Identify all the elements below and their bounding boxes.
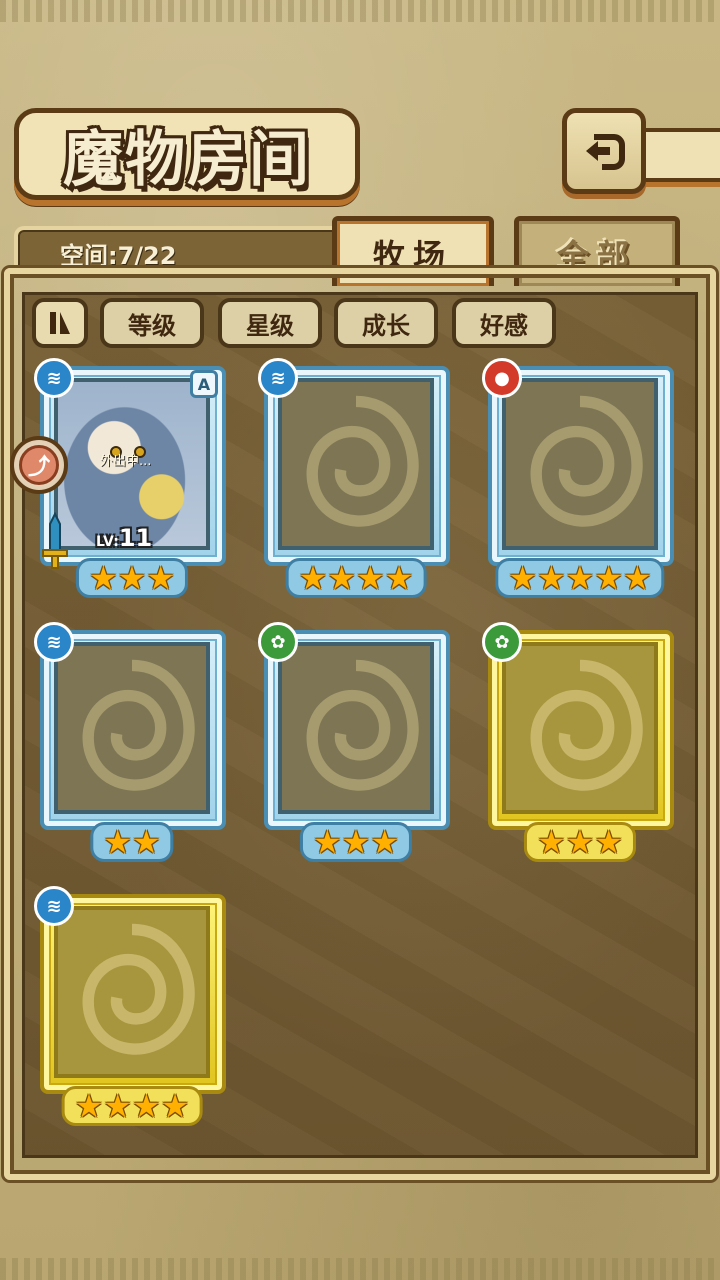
- star-rating: ★★★: [523, 822, 637, 862]
- locked-slot: [54, 642, 210, 814]
- back-arrow-icon: [586, 134, 625, 170]
- sort-affection-button[interactable]: 好感: [452, 298, 556, 348]
- element-wood-icon: ✿: [258, 622, 298, 662]
- bottom-border-decoration: [0, 1258, 720, 1280]
- sort-star-label: 星级: [246, 311, 294, 340]
- spiral-placeholder-icon: [530, 395, 643, 527]
- monster-card[interactable]: ≋ ★★★★: [34, 886, 230, 1126]
- spiral-placeholder-icon: [82, 923, 195, 1055]
- equipment-sword-icon: [42, 512, 68, 569]
- sort-affection-label: 好感: [480, 311, 528, 340]
- star-rating: ★★★★: [285, 558, 427, 598]
- monster-card[interactable]: ≋ ★★: [34, 622, 230, 862]
- top-border-decoration: [0, 0, 720, 22]
- sort-growth-label: 成长: [362, 311, 410, 340]
- dispatch-arrow-icon: ⤴: [19, 445, 59, 485]
- element-wood-icon: ✿: [482, 622, 522, 662]
- monster-level: LV:11: [96, 524, 153, 552]
- title-plaque: 魔物房间: [14, 108, 360, 200]
- monster-card[interactable]: ≋ ★★★★: [258, 358, 454, 598]
- element-water-icon: ≋: [34, 886, 74, 926]
- element-water-icon: ≋: [34, 358, 74, 398]
- monster-card[interactable]: ● ★★★★★: [482, 358, 678, 598]
- page-title: 魔物房间: [63, 124, 311, 195]
- star-rating: ★★★★★: [495, 558, 665, 598]
- locked-slot: [502, 378, 658, 550]
- element-fire-icon: ●: [482, 358, 522, 398]
- status-away-text: 外出中...: [100, 454, 152, 469]
- spiral-placeholder-icon: [82, 659, 195, 791]
- element-water-icon: ≋: [258, 358, 298, 398]
- spiral-placeholder-icon: [306, 395, 419, 527]
- sort-order-toggle[interactable]: [32, 298, 88, 348]
- back-button[interactable]: [562, 108, 646, 194]
- monster-card[interactable]: ✿ ★★★: [482, 622, 678, 862]
- space-count: 空间:7/22: [60, 241, 177, 270]
- locked-slot: [278, 378, 434, 550]
- dispatch-button[interactable]: ⤴: [10, 436, 68, 494]
- star-rating: ★★★★: [61, 1086, 203, 1126]
- rank-badge: A: [190, 370, 218, 398]
- monster-card[interactable]: ✿ ★★★: [258, 622, 454, 862]
- star-rating: ★★★: [75, 558, 189, 598]
- spiral-placeholder-icon: [530, 659, 643, 791]
- sort-level-label: 等级: [128, 311, 176, 340]
- pause-sort-icon: [50, 312, 70, 334]
- element-water-icon: ≋: [34, 622, 74, 662]
- sort-star-button[interactable]: 星级: [218, 298, 322, 348]
- star-rating: ★★: [90, 822, 174, 862]
- back-control: [562, 108, 720, 194]
- sort-growth-button[interactable]: 成长: [334, 298, 438, 348]
- spiral-placeholder-icon: [306, 659, 419, 791]
- locked-slot: [502, 642, 658, 814]
- sort-level-button[interactable]: 等级: [100, 298, 204, 348]
- star-rating: ★★★: [299, 822, 413, 862]
- locked-slot: [278, 642, 434, 814]
- locked-slot: [54, 906, 210, 1078]
